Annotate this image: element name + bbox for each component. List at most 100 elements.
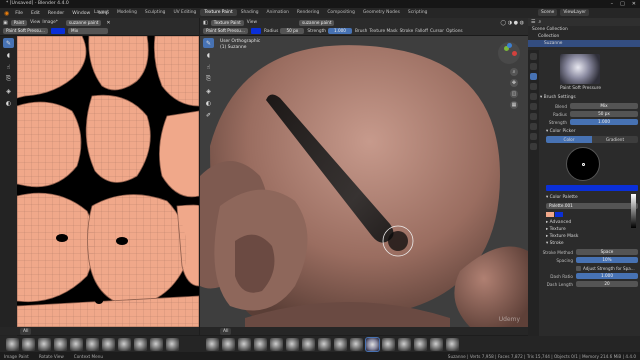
vp-soften-tool-icon[interactable]: ◖ bbox=[203, 50, 214, 60]
tool-tab-icon[interactable] bbox=[530, 53, 537, 60]
brush-thumb[interactable] bbox=[222, 337, 235, 351]
navigation-gizmo[interactable] bbox=[498, 42, 520, 64]
clone-tool-icon[interactable]: ⎘ bbox=[3, 74, 14, 84]
vp-clone-tool-icon[interactable]: ⎘ bbox=[203, 74, 214, 84]
menu-file[interactable]: File bbox=[15, 11, 23, 16]
active-tool-tab-icon[interactable] bbox=[530, 73, 537, 80]
color-wheel-cursor[interactable] bbox=[582, 163, 585, 166]
dash-ratio-field[interactable]: 1.000 bbox=[576, 273, 638, 279]
uv-mode-dropdown[interactable]: Paint bbox=[10, 19, 28, 26]
viewport-shelf-filter[interactable]: All bbox=[220, 327, 232, 335]
brush-thumb[interactable] bbox=[118, 337, 131, 351]
active-brush-thumb[interactable] bbox=[365, 336, 380, 352]
menu-edit[interactable]: Edit bbox=[31, 11, 40, 16]
gizmo-x-axis-icon[interactable] bbox=[512, 51, 517, 56]
stroke-method-field[interactable]: Space bbox=[576, 249, 638, 255]
tab-compositing[interactable]: Compositing bbox=[323, 9, 359, 16]
texture-section[interactable]: ▸ Texture bbox=[546, 227, 638, 232]
adjust-strength-checkbox[interactable] bbox=[576, 265, 581, 271]
brush-thumb[interactable] bbox=[70, 337, 83, 351]
soften-tool-icon[interactable]: ◖ bbox=[3, 50, 14, 60]
render-tab-icon[interactable] bbox=[530, 63, 537, 70]
brush-thumb[interactable] bbox=[398, 337, 411, 351]
scene-selector[interactable]: Scene bbox=[538, 9, 558, 16]
menu-render[interactable]: Render bbox=[48, 11, 64, 16]
cursor-menu[interactable]: Cursor bbox=[430, 29, 444, 34]
viewport-shading-icons[interactable]: ◯ ◑ ● ◍ bbox=[501, 20, 524, 26]
blend-field[interactable]: Mix bbox=[570, 103, 638, 109]
palette-swatch-blue[interactable] bbox=[555, 212, 563, 217]
tab-texture-paint[interactable]: Texture Paint bbox=[200, 9, 237, 16]
stroke-menu[interactable]: Stroke bbox=[400, 29, 414, 34]
color-swatch[interactable] bbox=[50, 28, 65, 34]
brush-settings-header[interactable]: ▾ Brush Settings bbox=[540, 95, 638, 100]
brush-thumb[interactable] bbox=[150, 337, 163, 351]
brush-thumb[interactable] bbox=[350, 337, 363, 351]
brush-thumb[interactable] bbox=[382, 337, 395, 351]
modifier-tab-icon[interactable] bbox=[530, 113, 537, 120]
brush-thumb[interactable] bbox=[430, 337, 443, 351]
brush-thumb[interactable] bbox=[414, 337, 427, 351]
image-selector[interactable]: suzanne paint bbox=[65, 19, 102, 26]
tab-shading[interactable]: Shading bbox=[237, 9, 263, 16]
object-tab-icon[interactable] bbox=[530, 103, 537, 110]
vp-fill-tool-icon[interactable]: ◈ bbox=[203, 86, 214, 96]
brush-thumb[interactable] bbox=[134, 337, 147, 351]
tab-geometry-nodes[interactable]: Geometry Nodes bbox=[359, 9, 404, 16]
texture-slot-selector[interactable]: suzanne paint bbox=[298, 19, 335, 26]
brush-thumb[interactable] bbox=[54, 337, 67, 351]
vp-mask-tool-icon[interactable]: ◐ bbox=[203, 98, 214, 108]
minimize-icon[interactable]: – bbox=[611, 1, 614, 7]
smear-tool-icon[interactable]: ☝ bbox=[3, 62, 14, 72]
color-palette-header[interactable]: ▾ Color Palette bbox=[546, 195, 638, 200]
falloff-menu[interactable]: Falloff bbox=[415, 29, 428, 34]
viewport-mode-dropdown[interactable]: Texture Paint bbox=[210, 19, 244, 26]
world-tab-icon[interactable] bbox=[530, 93, 537, 100]
brush-thumb[interactable] bbox=[38, 337, 51, 351]
gizmo-z-axis-icon[interactable] bbox=[507, 43, 512, 48]
brush-thumb[interactable] bbox=[302, 337, 315, 351]
stroke-section[interactable]: ▾ Stroke bbox=[546, 241, 638, 246]
tab-sculpting[interactable]: Sculpting bbox=[141, 9, 170, 16]
maximize-icon[interactable]: □ bbox=[620, 1, 625, 7]
strength-field[interactable]: 1.000 bbox=[327, 28, 352, 34]
palette-selector[interactable]: Palette.001 bbox=[546, 202, 638, 209]
uv-brush-selector[interactable]: Paint Soft Pressu... bbox=[3, 28, 48, 34]
brush-thumb[interactable] bbox=[254, 337, 267, 351]
brush-thumb[interactable] bbox=[6, 337, 19, 351]
radius-field[interactable]: 50 px bbox=[280, 28, 305, 34]
color-wheel[interactable] bbox=[566, 147, 600, 181]
brush-thumb[interactable] bbox=[446, 337, 459, 351]
brush-thumb[interactable] bbox=[334, 337, 347, 351]
viewport-color-swatch[interactable] bbox=[250, 28, 261, 34]
props-radius-field[interactable]: 50 px bbox=[570, 111, 638, 117]
scene-tab-icon[interactable] bbox=[530, 83, 537, 90]
tab-modeling[interactable]: Modeling bbox=[113, 9, 141, 16]
vp-draw-tool-icon[interactable]: ✎ bbox=[203, 38, 214, 48]
pan-icon[interactable]: ✥ bbox=[510, 79, 518, 87]
uv-shelf-filter[interactable]: All bbox=[20, 327, 32, 335]
outliner-search-icon[interactable]: ⌕ bbox=[538, 19, 541, 25]
value-slider[interactable] bbox=[631, 194, 636, 228]
collection-item[interactable]: Collection bbox=[538, 34, 559, 39]
brush-thumb[interactable] bbox=[286, 337, 299, 351]
viewport-editor-type-icon[interactable]: ◧ bbox=[203, 20, 208, 26]
brush-thumb[interactable] bbox=[166, 337, 179, 351]
color-tab-solid[interactable]: Color bbox=[546, 136, 592, 143]
texture-mask-menu[interactable]: Texture Mask bbox=[369, 29, 397, 34]
menu-window[interactable]: Window bbox=[72, 11, 90, 16]
vp-smear-tool-icon[interactable]: ☝ bbox=[203, 62, 214, 72]
color-tab-gradient[interactable]: Gradient bbox=[592, 136, 638, 143]
palette-swatch-skin[interactable] bbox=[546, 212, 554, 217]
active-color-swatch[interactable] bbox=[546, 185, 638, 191]
dash-length-field[interactable]: 20 bbox=[576, 281, 638, 287]
viewport-menu-view[interactable]: View bbox=[247, 20, 257, 25]
camera-icon[interactable]: ◫ bbox=[510, 90, 518, 98]
tab-layout[interactable]: Layout bbox=[90, 9, 113, 16]
scene-collection-label[interactable]: Scene Collection bbox=[532, 27, 568, 32]
brush-thumb[interactable] bbox=[206, 337, 219, 351]
uv-menu-view[interactable]: View bbox=[30, 20, 40, 25]
material-tab-icon[interactable] bbox=[530, 133, 537, 140]
uv-menu-image[interactable]: Image* bbox=[42, 20, 58, 25]
fill-tool-icon[interactable]: ◈ bbox=[3, 86, 14, 96]
